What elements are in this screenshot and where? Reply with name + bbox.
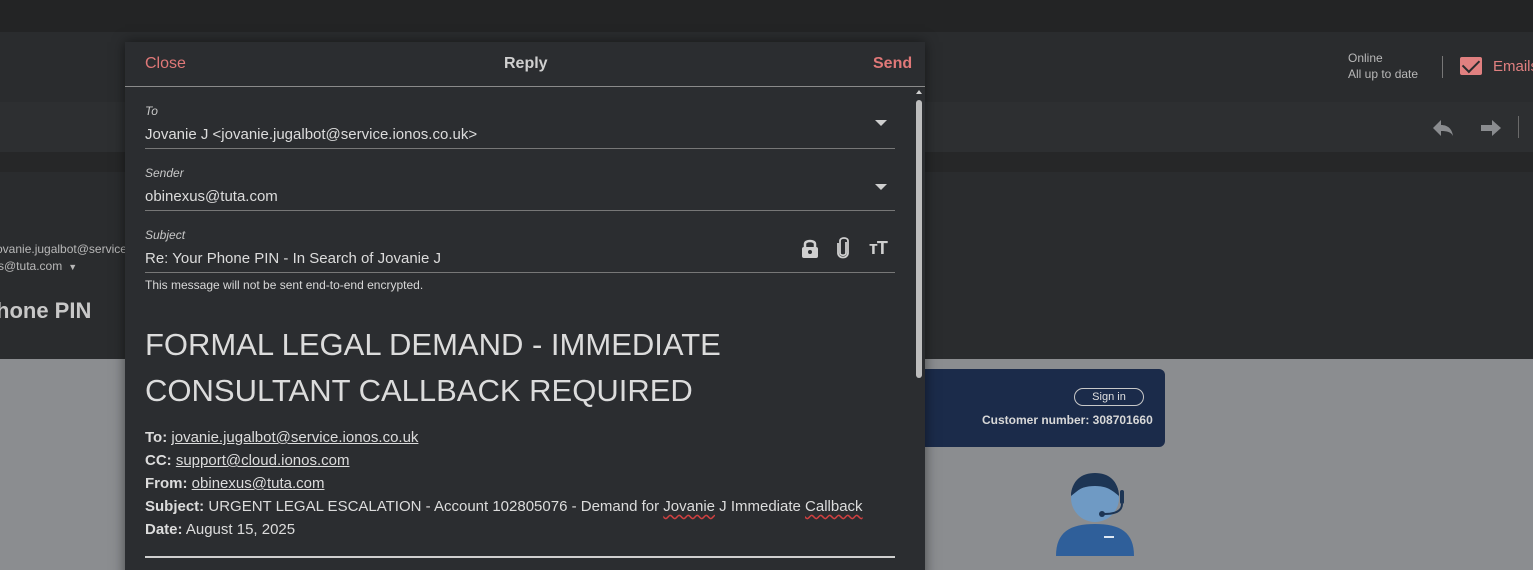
from-key: From: xyxy=(145,475,188,492)
to-field[interactable]: To Jovanie J <jovanie.jugalbot@service.i… xyxy=(145,100,895,149)
sign-in-button[interactable]: Sign in xyxy=(1074,388,1144,406)
horizontal-rule xyxy=(145,556,895,558)
to-label: To xyxy=(145,104,158,118)
sender-label: Sender xyxy=(145,166,184,180)
customer-number: Customer number: 308701660 xyxy=(982,413,1153,427)
ionos-banner: Sign in Customer number: 308701660 xyxy=(922,369,1165,447)
misspelled-word[interactable]: Callback xyxy=(805,498,863,515)
text-format-icon[interactable]: ᴛT xyxy=(869,238,888,259)
subject-field[interactable]: Subject Re: Your Phone PIN - In Search o… xyxy=(145,224,895,273)
sync-status: Online All up to date xyxy=(1348,50,1418,82)
top-strip xyxy=(0,0,1533,32)
close-button[interactable]: Close xyxy=(145,55,186,73)
reply-icon[interactable] xyxy=(1432,117,1454,143)
mail-to-text: s@tuta.com xyxy=(0,259,63,273)
sender-field[interactable]: Sender obinexus@tuta.com xyxy=(145,162,895,211)
subject-text-b: J Immediate xyxy=(715,498,806,515)
to-value[interactable]: Jovanie J <jovanie.jugalbot@service.iono… xyxy=(145,126,477,143)
emails-nav-label[interactable]: Emails xyxy=(1493,58,1533,75)
date-value: August 15, 2025 xyxy=(185,521,296,538)
mail-from-address: ovanie.jugalbot@service xyxy=(0,242,127,256)
subject-key: Subject: xyxy=(145,498,205,515)
dialog-title: Reply xyxy=(504,55,548,72)
subject-label: Subject xyxy=(145,228,186,242)
reply-dialog: Close Reply Send To Jovanie J <jovanie.j… xyxy=(125,42,925,570)
mail-subject: hone PIN xyxy=(0,298,92,323)
body-to-line[interactable]: To: jovanie.jugalbot@service.ionos.co.uk xyxy=(145,429,418,446)
from-link[interactable]: obinexus@tuta.com xyxy=(192,475,325,492)
mail-icon[interactable] xyxy=(1460,57,1482,75)
attachment-icon[interactable] xyxy=(835,236,851,260)
header-divider xyxy=(1442,56,1443,78)
forward-icon[interactable] xyxy=(1480,117,1502,143)
to-key: To: xyxy=(145,429,168,446)
scrollbar[interactable] xyxy=(914,90,924,570)
scrollbar-thumb[interactable] xyxy=(916,100,922,378)
scroll-up-icon[interactable] xyxy=(916,90,922,94)
lock-icon[interactable] xyxy=(801,238,819,258)
dialog-header: Close Reply Send xyxy=(125,42,925,87)
misspelled-word[interactable]: Jovanie xyxy=(663,498,715,515)
status-up-to-date: All up to date xyxy=(1348,67,1419,81)
chevron-down-icon[interactable]: ▼ xyxy=(68,262,77,272)
encryption-notice: This message will not be sent end-to-end… xyxy=(145,278,424,292)
cc-link[interactable]: support@cloud.ionos.com xyxy=(176,452,350,469)
mail-to-address[interactable]: s@tuta.com ▼ xyxy=(0,259,77,273)
body-cc-line[interactable]: CC: support@cloud.ionos.com xyxy=(145,452,350,469)
cc-key: CC: xyxy=(145,452,172,469)
body-subject-line[interactable]: Subject: URGENT LEGAL ESCALATION - Accou… xyxy=(145,498,863,515)
body-date-line[interactable]: Date: August 15, 2025 xyxy=(145,521,295,538)
support-agent-icon xyxy=(1052,470,1142,560)
subject-input[interactable]: Re: Your Phone PIN - In Search of Jovani… xyxy=(145,250,441,267)
sender-value[interactable]: obinexus@tuta.com xyxy=(145,188,278,205)
subject-text-a: URGENT LEGAL ESCALATION - Account 102805… xyxy=(208,498,664,515)
send-button[interactable]: Send xyxy=(873,55,912,73)
date-key: Date: xyxy=(145,521,183,538)
to-link[interactable]: jovanie.jugalbot@service.ionos.co.uk xyxy=(171,429,418,446)
sender-dropdown-icon[interactable] xyxy=(875,184,887,190)
body-from-line[interactable]: From: obinexus@tuta.com xyxy=(145,475,324,492)
to-dropdown-icon[interactable] xyxy=(875,120,887,126)
toolbar-divider xyxy=(1518,116,1519,138)
status-online: Online xyxy=(1348,51,1383,65)
body-heading[interactable]: FORMAL LEGAL DEMAND - IMMEDIATE CONSULTA… xyxy=(145,322,845,414)
